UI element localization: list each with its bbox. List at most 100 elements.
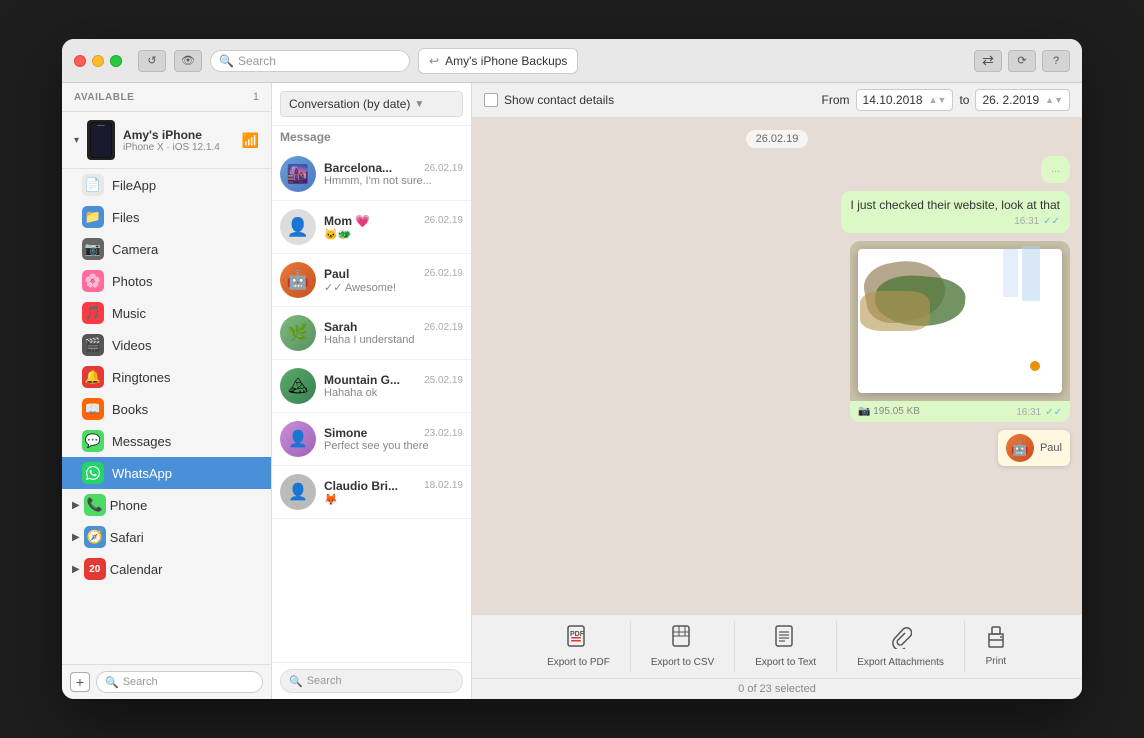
search-icon: 🔍 (105, 676, 119, 689)
attachments-icon (890, 625, 912, 655)
conv-preview: ✓✓ Awesome! (324, 281, 463, 294)
show-contact-checkbox[interactable] (484, 93, 498, 107)
status-text: 0 of 23 selected (738, 683, 816, 695)
videos-icon: 🎬 (82, 334, 104, 356)
sidebar-item-whatsapp-label: WhatsApp (112, 466, 172, 481)
sidebar-item-whatsapp[interactable]: WhatsApp (62, 457, 271, 489)
print-button[interactable]: Print (965, 622, 1027, 671)
conv-search-box[interactable]: 🔍 Search (280, 669, 463, 693)
settings-button[interactable]: ⟳ (1008, 50, 1036, 72)
image-check: ✓✓ (1045, 407, 1062, 418)
conv-date: 25.02.19 (424, 375, 463, 386)
device-selector[interactable]: ↩ Amy's iPhone Backups (418, 48, 578, 74)
device-item[interactable]: ▾ Amy's iPhone iPhone X · iOS 12.1.4 📶 (62, 112, 271, 169)
files-icon: 📁 (82, 206, 104, 228)
arrows-button[interactable]: ⇄ (974, 50, 1002, 72)
minimize-button[interactable] (92, 55, 104, 67)
date-bubble: 26.02.19 (746, 130, 809, 148)
maximize-button[interactable] (110, 55, 122, 67)
conv-filter-dropdown[interactable]: Conversation (by date) ▼ (280, 91, 463, 117)
date-stepper[interactable]: ▲▼ (929, 95, 947, 105)
sidebar-item-fileapp[interactable]: 📄 FileApp (62, 169, 271, 201)
show-contact[interactable]: Show contact details (484, 93, 614, 107)
export-pdf-label: Export to PDF (547, 657, 610, 668)
sidebar-item-music[interactable]: 🎵 Music (62, 297, 271, 329)
sidebar-item-messages[interactable]: 💬 Messages (62, 425, 271, 457)
sidebar-search[interactable]: 🔍 Search (96, 671, 263, 693)
from-date-input[interactable]: 14.10.2018 ▲▼ (856, 89, 954, 111)
conv-details: Paul 26.02.19 ✓✓ Awesome! (324, 267, 463, 294)
sidebar-item-books[interactable]: 📖 Books (62, 393, 271, 425)
conv-name: Sarah (324, 320, 357, 334)
conv-avatar: 🤖 (280, 262, 316, 298)
titlebar-search[interactable]: 🔍 Search (210, 50, 410, 72)
search-icon: 🔍 (219, 54, 234, 68)
sidebar-item-safari[interactable]: ▶ 🧭 Safari (62, 521, 271, 553)
conv-date: 18.02.19 (424, 480, 463, 491)
date-stepper[interactable]: ▲▼ (1045, 95, 1063, 105)
wifi-icon: 📶 (242, 132, 259, 149)
export-text-button[interactable]: Export to Text (735, 621, 837, 672)
refresh-button[interactable]: ↺ (138, 50, 166, 72)
available-count: 1 (253, 91, 259, 103)
export-pdf-button[interactable]: PDF Export to PDF (527, 621, 631, 672)
message-bubble-1[interactable]: I just checked their website, look at th… (841, 191, 1070, 233)
sidebar-item-calendar[interactable]: ▶ 20 Calendar (62, 553, 271, 585)
close-button[interactable] (74, 55, 86, 67)
message-column-label: Message (272, 126, 471, 148)
image-size: 📷 195.05 KB (858, 406, 920, 417)
eye-button[interactable]: 👁 (174, 50, 202, 72)
conv-search-area: 🔍 Search (272, 662, 471, 699)
sidebar-item-phone[interactable]: ▶ 📞 Phone (62, 489, 271, 521)
sidebar-item-videos[interactable]: 🎬 Videos (62, 329, 271, 361)
conv-details: Sarah 26.02.19 Haha I understand (324, 320, 463, 346)
help-button[interactable]: ? (1042, 50, 1070, 72)
message-image-bubble[interactable]: 📷 195.05 KB 16:31 ✓✓ (850, 241, 1070, 422)
conv-item-paul[interactable]: 🤖 Paul 26.02.19 ✓✓ Awesome! (272, 254, 471, 307)
music-icon: 🎵 (82, 302, 104, 324)
messages-content: 26.02.19 ... I just checked their websit… (472, 118, 1082, 614)
conv-item-sarah[interactable]: 🌿 Sarah 26.02.19 Haha I understand (272, 307, 471, 360)
main-window: ↺ 👁 🔍 Search ↩ Amy's iPhone Backups ⇄ ⟳ … (62, 39, 1082, 699)
device-sub: iPhone X · iOS 12.1.4 (123, 142, 234, 153)
sidebar-item-label: Messages (112, 434, 171, 449)
sidebar-item-files[interactable]: 📁 Files (62, 201, 271, 233)
message-bubble-partial[interactable]: ... (1041, 156, 1070, 183)
sidebar-item-label: Calendar (110, 562, 163, 577)
conv-item-mom[interactable]: 👤 Mom 💗 26.02.19 🐱🐲 (272, 201, 471, 254)
message-meta-1: 16:31 ✓✓ (851, 216, 1060, 227)
sidebar-item-label: Videos (112, 338, 152, 353)
sidebar-item-label: FileApp (112, 178, 156, 193)
filter-label: Conversation (by date) (289, 97, 410, 111)
sidebar-item-camera[interactable]: 📷 Camera (62, 233, 271, 265)
sidebar-item-label: Books (112, 402, 148, 417)
available-label: AVAILABLE (74, 92, 134, 103)
export-csv-button[interactable]: Export to CSV (631, 621, 735, 672)
conv-item-barcelona[interactable]: 🌆 Barcelona... 26.02.19 Hmmm, I'm not su… (272, 148, 471, 201)
messages-icon: 💬 (82, 430, 104, 452)
from-date-value: 14.10.2018 (863, 93, 923, 107)
add-button[interactable]: + (70, 672, 90, 692)
csv-icon (672, 625, 694, 655)
photos-icon: 🌸 (82, 270, 104, 292)
export-attachments-button[interactable]: Export Attachments (837, 621, 965, 672)
sidebar-item-label: Files (112, 210, 139, 225)
conv-preview: Hahaha ok (324, 387, 463, 399)
sender-avatar: 🤖 (1006, 434, 1034, 462)
calendar-icon: 20 (84, 558, 106, 580)
sidebar-item-photos[interactable]: 🌸 Photos (62, 265, 271, 297)
camera-icon-small: 📷 (858, 406, 870, 417)
conv-preview: Hmmm, I'm not sure... (324, 175, 463, 187)
image-meta: 16:31 ✓✓ (1016, 407, 1062, 418)
print-icon (985, 626, 1007, 654)
device-name: Amy's iPhone (123, 128, 234, 142)
conv-avatar: 👤 (280, 474, 316, 510)
sidebar-item-ringtones[interactable]: 🔔 Ringtones (62, 361, 271, 393)
date-range: From 14.10.2018 ▲▼ to 26. 2.2019 ▲▼ (822, 89, 1070, 111)
to-date-input[interactable]: 26. 2.2019 ▲▼ (975, 89, 1070, 111)
conv-item-claudio[interactable]: 👤 Claudio Bri... 18.02.19 🦊 (272, 466, 471, 519)
camera-icon: 📷 (82, 238, 104, 260)
export-bar: PDF Export to PDF (472, 615, 1082, 678)
conv-item-mountain[interactable]: 🏔 Mountain G... 25.02.19 Hahaha ok (272, 360, 471, 413)
conv-item-simone[interactable]: 👤 Simone 23.02.19 Perfect see you there (272, 413, 471, 466)
